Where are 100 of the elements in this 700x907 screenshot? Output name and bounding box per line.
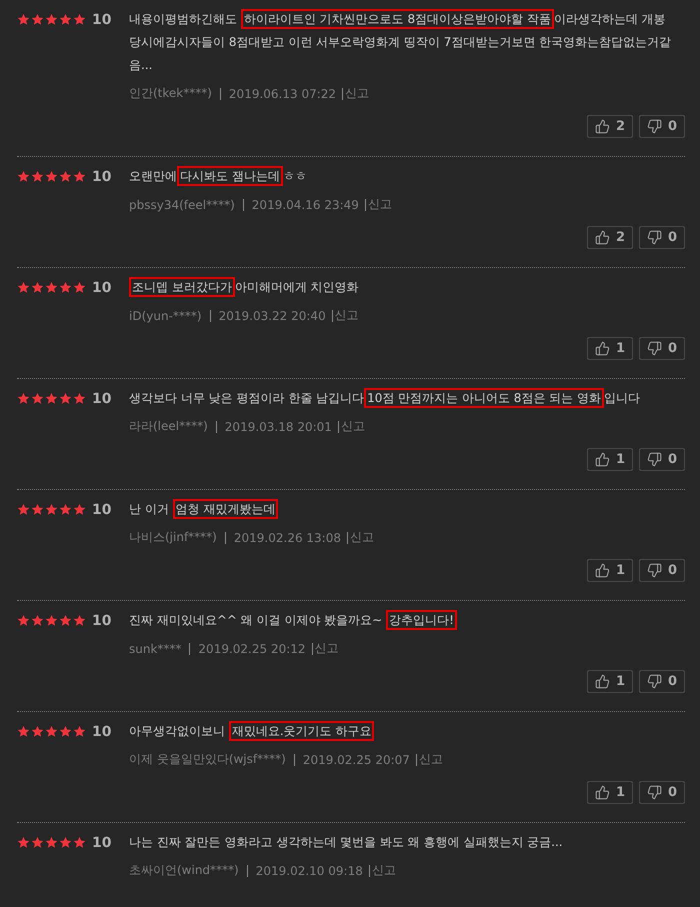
star-icon [31,725,44,738]
report-link[interactable]: 신고 [372,862,396,879]
star-icon [45,13,58,26]
rating-score: 10 [92,612,112,628]
review-text: 아무생각없이보니 재밌네요.웃기기도 하구요 [129,720,685,743]
review-date: 2019.02.26 13:08 [234,530,341,544]
thumbs-down-icon [646,785,662,800]
like-button[interactable]: 1 [587,448,633,471]
review-text: 진짜 재미있네요^^ 왜 이걸 이제야 봤을까요~ 강추입니다! [129,609,685,632]
star-icon [73,725,86,738]
report-link[interactable]: 신고 [345,85,370,102]
thumbs-down-icon [646,230,662,245]
like-button[interactable]: 1 [587,337,633,360]
star-icon [73,13,86,26]
thumbs-down-icon [646,674,662,689]
review-date: 2019.02.10 09:18 [256,864,363,878]
review-text: 조니뎁 보러갔다가 아미해머에게 치인영화 [129,276,685,299]
review-date: 2019.03.22 20:40 [218,308,326,322]
dislike-button[interactable]: 0 [639,781,685,804]
star-icon [73,281,86,294]
star-icon [59,725,72,738]
rating-score: 10 [92,724,112,740]
thumbs-up-icon [594,563,610,578]
thumbs-down-icon [646,341,662,356]
like-button[interactable]: 1 [587,781,633,804]
star-icon [45,836,58,849]
like-button[interactable]: 2 [587,115,633,138]
star-icon [17,503,30,516]
star-icon [45,170,58,183]
dislike-button[interactable]: 0 [639,448,685,471]
star-icon [73,170,86,183]
review-text: 생각보다 너무 낮은 평점이라 한줄 남깁니다 10점 만점까지는 아니어도 8점은 되는 영화 입니다 [129,387,685,410]
star-icon [73,392,86,405]
star-icon [17,13,30,26]
star-icon [17,836,30,849]
author-name: sunk**** [129,642,182,656]
rating-score: 10 [92,834,112,850]
star-icon [45,725,58,738]
review-date: 2019.03.18 20:01 [224,420,332,434]
author-name: 초싸이언(wind****) [129,862,239,879]
review-text: 나는 진짜 잘만든 영화라고 생각하는데 몇번을 봐도 왜 흥행에 실패했는지 궁금... [129,834,564,851]
author-name: 이제 웃을일만있다(wjsf****) [129,751,286,768]
review-date: 2019.04.16 23:49 [252,198,359,212]
thumbs-down-icon [646,563,662,578]
rating-score: 10 [92,280,112,296]
rating-score: 10 [92,502,112,518]
rating-score: 10 [92,390,112,406]
report-link[interactable]: 신고 [314,640,339,657]
star-icon [31,836,44,849]
thumbs-up-icon [594,230,610,245]
author-name: 나비스(jinf****) [129,529,217,546]
review-date: 2019.02.25 20:12 [198,642,306,656]
star-icon [73,503,86,516]
star-icon [17,392,30,405]
star-icon [59,13,72,26]
star-icon [45,281,58,294]
author-name: 인간(tkek****) [129,85,212,102]
star-icon [17,725,30,738]
star-icon [59,614,72,627]
like-button[interactable]: 2 [587,226,633,249]
author-name: pbssy34(feel****) [129,198,235,212]
dislike-button[interactable]: 0 [639,670,685,693]
review-date: 2019.06.13 07:22 [228,86,336,100]
thumbs-up-icon [594,785,610,800]
star-icon [59,281,72,294]
rating-score: 10 [92,12,112,28]
author-name: iD(yun-****) [129,308,202,322]
dislike-button[interactable]: 0 [639,115,685,138]
like-button[interactable]: 1 [587,559,633,582]
star-icon [31,614,44,627]
star-icon [31,392,44,405]
star-icon [31,13,44,26]
star-icon [59,503,72,516]
thumbs-down-icon [646,452,662,467]
report-link[interactable]: 신고 [350,529,374,546]
report-link[interactable]: 신고 [418,751,443,768]
thumbs-up-icon [594,119,610,134]
dislike-button[interactable]: 0 [639,226,685,249]
star-icon [31,503,44,516]
report-link[interactable]: 신고 [368,196,392,213]
report-link[interactable]: 신고 [334,307,359,324]
star-icon [17,170,30,183]
dislike-button[interactable]: 0 [639,337,685,360]
like-button[interactable]: 1 [587,670,633,693]
rating-score: 10 [92,168,112,184]
thumbs-up-icon [594,341,610,356]
star-icon [45,392,58,405]
star-icon [73,614,86,627]
star-icon [17,614,30,627]
thumbs-up-icon [594,452,610,467]
thumbs-up-icon [594,674,610,689]
report-link[interactable]: 신고 [340,418,365,435]
star-icon [31,170,44,183]
review-text: 내용이평범하긴해도 하이라이트인 기차씬만으로도 8점대이상은받아야할 작품 이라생각하는데 개봉당시에감시자들이 8점대받고 이런 서부오락영화계 띵작이 7점대받는거보면 한국영화는참답없는거같음... [129,8,685,77]
star-icon [73,836,86,849]
dislike-button[interactable]: 0 [639,559,685,582]
review-text: 난 이거 엄청 재밌게봤는데 [129,498,685,521]
star-icon [45,614,58,627]
author-name: 라라(leel****) [129,418,208,435]
star-icon [59,170,72,183]
